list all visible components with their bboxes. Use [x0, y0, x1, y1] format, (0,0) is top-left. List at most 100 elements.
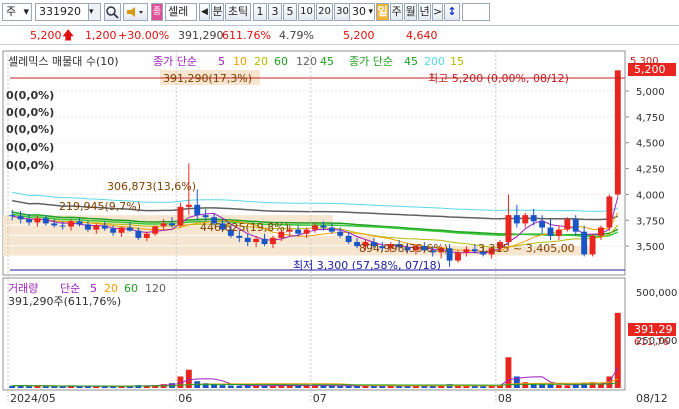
volume-profile-top-label: 391,290(17,3%)	[163, 72, 253, 85]
candle-body	[118, 227, 125, 233]
price-change: 1,200	[85, 29, 117, 42]
interval-3-button[interactable]: 3	[268, 3, 282, 21]
next-period-button[interactable]: >	[432, 3, 443, 21]
candle-body	[513, 215, 520, 224]
candle-body	[236, 235, 243, 238]
low-price: 4,640	[406, 29, 438, 42]
interval-label: 1	[256, 5, 264, 18]
volume-bar	[370, 386, 377, 388]
candle-body	[244, 237, 251, 243]
vol-ma60-legend: 60	[124, 282, 138, 295]
tick-button[interactable]: 초틱	[225, 3, 251, 21]
candle-body	[42, 218, 49, 224]
candle-body	[505, 215, 512, 243]
ma2-legend-label: 종가 단순	[349, 55, 393, 68]
volume-bar	[555, 385, 562, 388]
prev-period-button[interactable]: ◀	[199, 3, 210, 21]
candle-body	[84, 224, 91, 230]
ma10-legend: 10	[233, 55, 247, 68]
volume-bar	[505, 357, 512, 388]
candle-body	[471, 249, 478, 252]
interval-label: 3	[271, 5, 279, 18]
volume-title: 거래량	[8, 282, 39, 295]
profile-label: 219,945(9,7%)	[59, 200, 142, 213]
volume-bar	[337, 386, 344, 388]
interval-label: 20	[318, 6, 331, 17]
price-tick-label: 4,750	[636, 113, 665, 124]
price-tick-label: 3,500	[636, 242, 665, 253]
candle-body	[606, 196, 613, 228]
price-axis: 3,500 3,750 4,000 4,250 4,500 4,750 5,000	[625, 87, 665, 253]
turnover-rate: 4.79%	[279, 29, 314, 42]
interval-select[interactable]: 30 ▾	[349, 3, 375, 21]
minute-label: 분	[212, 5, 223, 18]
candle-body	[34, 218, 41, 223]
candle-body	[295, 229, 302, 234]
month-label: 월	[405, 5, 416, 18]
interval-10-button[interactable]: 10	[298, 3, 315, 21]
day-label: 일	[377, 5, 388, 18]
stock-chart[interactable]: 3,500 3,750 4,000 4,250 4,500 4,750 5,000 500,…	[0, 48, 679, 409]
ma-legend-label: 종가 단순	[153, 55, 197, 68]
candle-body	[110, 228, 117, 233]
candle-body	[194, 204, 201, 216]
minute-button[interactable]: 분	[211, 3, 224, 21]
candle-body	[185, 204, 192, 207]
profile-label: 3,315 ~ 3,405,00	[478, 242, 575, 255]
count-input[interactable]	[462, 3, 490, 21]
volume-rate: 611.76%	[222, 29, 271, 42]
candle-body	[93, 225, 100, 230]
day-button[interactable]: 일	[376, 3, 389, 21]
ma45-num: 45	[320, 55, 334, 68]
candle-body	[547, 227, 554, 236]
price-tick-label: 4,250	[636, 165, 665, 176]
candle-body	[160, 223, 167, 227]
candle-body	[76, 221, 83, 225]
candle-body	[177, 206, 184, 226]
volume-profile-band	[3, 235, 375, 246]
candle-body	[270, 237, 276, 245]
ma15-legend: 15	[450, 55, 464, 68]
market-label: 주	[6, 5, 17, 18]
volume-value: 391,290주(611,76%)	[8, 295, 122, 308]
volume-bar	[572, 384, 579, 388]
ma120-legend: 120	[296, 55, 317, 68]
chevron-down-icon[interactable]: ▾	[88, 4, 100, 20]
year-button[interactable]: 년	[418, 3, 431, 21]
week-button[interactable]: 주	[390, 3, 403, 21]
date-label: 08	[498, 392, 512, 405]
search-icon[interactable]	[104, 3, 121, 21]
group-badge-icon: 종	[151, 3, 163, 21]
candle-body	[337, 231, 344, 236]
week-label: 주	[391, 5, 402, 18]
month-button[interactable]: 월	[404, 3, 417, 21]
candle-body	[9, 215, 16, 217]
profile-label: 446,625(19,8%)	[200, 221, 290, 234]
candle-body	[522, 215, 529, 224]
candle-body	[169, 223, 175, 226]
volume-bar	[295, 385, 302, 388]
speaker-icon[interactable]	[123, 3, 148, 21]
interval-1-button[interactable]: 1	[253, 3, 267, 21]
stock-code-input[interactable]: 331920 ▾	[35, 3, 101, 21]
volume-bar	[564, 385, 571, 388]
date-label: 07	[313, 392, 327, 405]
candle-body	[539, 221, 546, 228]
price-change-rate: +30.00%	[118, 29, 170, 42]
interval-value: 30	[352, 5, 366, 18]
ma20-legend: 20	[254, 55, 268, 68]
up-arrow-icon: 🡅	[62, 28, 75, 42]
price-info-bar: 5,200 🡅 1,200 +30.00% 391,290 611.76% 4.…	[0, 27, 679, 45]
candle-body	[127, 227, 133, 231]
stock-name: 셀레	[168, 5, 189, 18]
volume-bar	[219, 385, 226, 388]
ma60-legend: 60	[274, 55, 288, 68]
up-down-arrow-icon[interactable]: ↕	[444, 3, 460, 21]
interval-20-button[interactable]: 20	[316, 3, 333, 21]
candle-body	[564, 219, 571, 230]
profile-label: 894,998(39,6%)	[359, 242, 449, 255]
interval-5-button[interactable]: 5	[283, 3, 297, 21]
market-select[interactable]: 주 ▾	[2, 3, 32, 21]
low-note: 최저 3,300 (57,58%, 07/18)	[293, 259, 441, 272]
volume-bar	[261, 385, 268, 388]
